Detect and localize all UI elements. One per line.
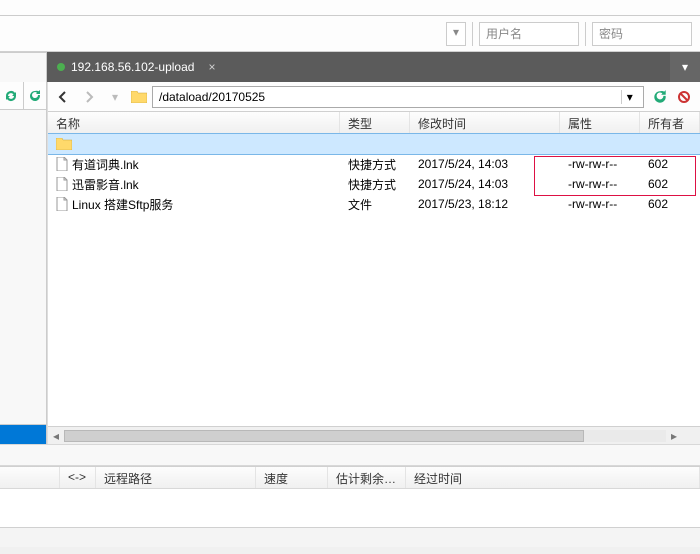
path-input-wrap[interactable]: ▾ <box>152 86 644 108</box>
file-name: Linux 搭建Sftp服务 <box>72 196 173 213</box>
queue-col-elapsed[interactable]: 经过时间 <box>406 467 700 488</box>
forward-button[interactable] <box>78 86 100 108</box>
table-row[interactable]: Linux 搭建Sftp服务 文件2017/5/23, 18:12-rw-rw-r… <box>48 194 700 214</box>
queue-col-remote[interactable]: 远程路径 <box>96 467 256 488</box>
session-tab[interactable]: 192.168.56.102-upload × <box>47 52 225 82</box>
grid-header: 名称 类型 修改时间 属性 所有者 <box>48 112 700 134</box>
host-dropdown[interactable]: ▾ <box>446 22 466 46</box>
nav-dropdown[interactable]: ▾ <box>104 86 126 108</box>
file-icon <box>56 197 68 211</box>
address-bar: ▾ ▾ <box>48 82 700 112</box>
pane-divider[interactable] <box>0 444 700 466</box>
left-pane <box>0 82 47 444</box>
file-mtime: 2017/5/24, 14:03 <box>410 177 560 191</box>
file-icon <box>56 177 68 191</box>
col-mtime[interactable]: 修改时间 <box>410 112 560 133</box>
col-type[interactable]: 类型 <box>340 112 410 133</box>
file-owner: 602 <box>640 177 700 191</box>
menu-strip <box>0 0 700 16</box>
close-icon[interactable]: × <box>208 60 215 74</box>
table-row[interactable] <box>48 134 700 154</box>
queue-col-speed[interactable]: 速度 <box>256 467 328 488</box>
refresh-icon[interactable] <box>24 82 47 109</box>
queue-body <box>0 489 700 527</box>
file-type: 快捷方式 <box>340 156 410 173</box>
col-name[interactable]: 名称 <box>48 112 340 133</box>
sync-icon[interactable] <box>0 82 24 109</box>
username-input[interactable]: 用户名 <box>479 22 579 46</box>
file-grid: 名称 类型 修改时间 属性 所有者 有道词典.lnk 快捷方式2017/5/24,… <box>48 112 700 426</box>
transfer-queue: <-> 远程路径 速度 估计剩余… 经过时间 <box>0 466 700 527</box>
queue-col-dir[interactable]: <-> <box>60 467 96 488</box>
scroll-thumb[interactable] <box>64 430 584 442</box>
file-attr: -rw-rw-r-- <box>560 177 640 191</box>
file-icon <box>56 157 68 171</box>
file-type: 文件 <box>340 196 410 213</box>
file-type: 快捷方式 <box>340 176 410 193</box>
file-owner: 602 <box>640 157 700 171</box>
table-row[interactable]: 有道词典.lnk 快捷方式2017/5/24, 14:03-rw-rw-r--60… <box>48 154 700 174</box>
status-dot-icon <box>57 63 65 71</box>
folder-icon <box>56 138 72 150</box>
table-row[interactable]: 迅雷影音.lnk 快捷方式2017/5/24, 14:03-rw-rw-r--60… <box>48 174 700 194</box>
file-mtime: 2017/5/24, 14:03 <box>410 157 560 171</box>
stop-button[interactable] <box>672 85 696 109</box>
status-bar <box>0 527 700 547</box>
file-attr: -rw-rw-r-- <box>560 157 640 171</box>
tab-overflow[interactable]: ▾ <box>670 52 700 82</box>
refresh-button[interactable] <box>648 85 672 109</box>
scroll-right-icon[interactable]: ▸ <box>666 428 682 444</box>
file-attr: -rw-rw-r-- <box>560 197 640 211</box>
remote-pane: ▾ ▾ 名称 类型 修改时间 属性 <box>47 82 700 444</box>
col-owner[interactable]: 所有者 <box>640 112 700 133</box>
password-input[interactable]: 密码 <box>592 22 692 46</box>
left-scroll-indicator <box>0 424 46 444</box>
back-button[interactable] <box>52 86 74 108</box>
file-owner: 602 <box>640 197 700 211</box>
file-name: 有道词典.lnk <box>72 156 139 173</box>
file-mtime: 2017/5/23, 18:12 <box>410 197 560 211</box>
col-attr[interactable]: 属性 <box>560 112 640 133</box>
queue-col-eta[interactable]: 估计剩余… <box>328 467 406 488</box>
tab-strip: 192.168.56.102-upload × ▾ <box>0 52 700 82</box>
path-dropdown-icon[interactable]: ▾ <box>621 90 637 104</box>
scroll-left-icon[interactable]: ◂ <box>48 428 64 444</box>
horizontal-scrollbar[interactable]: ◂ ▸ <box>48 426 700 444</box>
file-name: 迅雷影音.lnk <box>72 176 139 193</box>
quick-connect-bar: ▾ 用户名 密码 <box>0 16 700 52</box>
path-input[interactable] <box>159 90 621 104</box>
folder-icon <box>130 89 148 105</box>
tab-label: 192.168.56.102-upload <box>71 60 194 74</box>
queue-col-blank[interactable] <box>0 467 60 488</box>
